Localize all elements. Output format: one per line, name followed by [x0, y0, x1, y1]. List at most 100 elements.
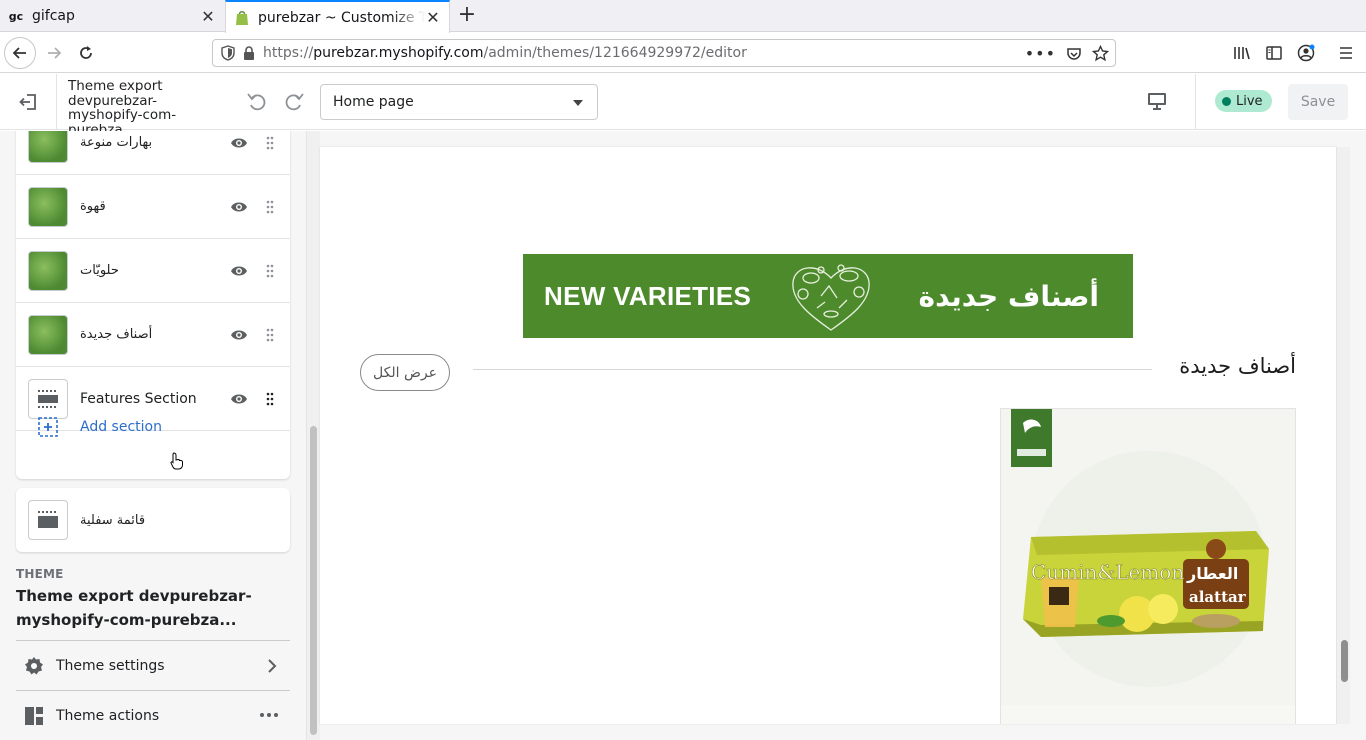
- divider: [56, 74, 57, 130]
- chevron-down-icon: [573, 100, 583, 106]
- url-path: /admin/themes/121664929972/editor: [483, 45, 747, 61]
- eye-icon[interactable]: [230, 199, 248, 215]
- section-thumbnail: [28, 251, 68, 291]
- section-thumbnail: [28, 131, 68, 163]
- lock-icon[interactable]: [243, 46, 255, 60]
- drag-handle-icon[interactable]: [265, 327, 275, 343]
- view-all-button[interactable]: عرض الكل: [360, 354, 450, 391]
- divider: [473, 369, 1152, 370]
- exit-editor-icon[interactable]: [14, 88, 42, 116]
- theme-heading: THEME: [16, 567, 64, 581]
- section-label: قهوة: [80, 199, 106, 214]
- page-actions-icon[interactable]: •••: [1025, 44, 1056, 63]
- preview-scrollbar-thumb[interactable]: [1341, 640, 1348, 682]
- sections-sidebar: بهارات منوعة قهوة حلويّات أصناف جديدة Fe…: [0, 131, 306, 740]
- forward-arrow-icon[interactable]: [38, 37, 70, 69]
- section-thumbnail: [28, 187, 68, 227]
- library-icon[interactable]: [1226, 37, 1258, 69]
- theme-actions-link[interactable]: Theme actions: [16, 690, 290, 740]
- product-brand-ar: العطار: [1186, 564, 1238, 583]
- close-tab-icon[interactable]: ✕: [425, 8, 441, 27]
- banner-text-en: NEW VARIETIES: [544, 280, 752, 311]
- preview-scrollbar[interactable]: [1336, 147, 1350, 724]
- tab-title: gifcap: [32, 8, 75, 24]
- section-label: حلويّات: [80, 263, 119, 278]
- theme-actions-icon: [25, 707, 43, 725]
- section-row-sweets[interactable]: حلويّات: [16, 239, 290, 303]
- drag-handle-icon[interactable]: [265, 135, 275, 151]
- more-actions-icon[interactable]: [260, 713, 278, 717]
- section-row-coffee[interactable]: قهوة: [16, 175, 290, 239]
- add-section-label: Add section: [80, 419, 162, 435]
- divider: [1195, 74, 1196, 130]
- tab-gifcap[interactable]: gc gifcap ✕: [0, 0, 224, 32]
- hand-cursor-icon: [170, 452, 183, 470]
- theme-settings-label: Theme settings: [56, 657, 165, 674]
- drag-handle-icon[interactable]: [265, 199, 275, 215]
- status-badge: Live: [1215, 90, 1272, 112]
- new-tab-icon[interactable]: +: [456, 4, 478, 28]
- chevron-right-icon: [268, 659, 277, 673]
- theme-actions-label: Theme actions: [56, 707, 160, 724]
- eye-icon[interactable]: [230, 327, 248, 343]
- hamburger-menu-icon[interactable]: [1330, 37, 1362, 69]
- storefront-preview[interactable]: NEW VARIETIES أصناف جديدة عرض الكل أصناف…: [320, 147, 1336, 724]
- theme-title: Theme export devpurebzar-myshopify-com-p…: [16, 587, 252, 629]
- product-brand-latin: alattar: [1189, 588, 1247, 606]
- herbs-heart-icon: [792, 264, 870, 331]
- section-thumbnail: [28, 315, 68, 355]
- drag-handle-icon[interactable]: [265, 263, 275, 279]
- preview-area: NEW VARIETIES أصناف جديدة عرض الكل أصناف…: [320, 131, 1366, 740]
- desktop-preview-icon[interactable]: [1146, 92, 1168, 112]
- section-label: بهارات منوعة: [80, 135, 153, 150]
- gifcap-favicon-icon: gc: [8, 9, 24, 23]
- tab-title: purebzar ~ Customize Th: [258, 9, 425, 26]
- redo-icon[interactable]: [281, 88, 307, 114]
- url-host: purebzar.myshopify.com: [313, 45, 484, 61]
- undo-icon[interactable]: [244, 88, 270, 114]
- banner-text-ar: أصناف جديدة: [918, 279, 1099, 313]
- tab-purebzar[interactable]: purebzar ~ Customize Th ✕: [225, 0, 450, 33]
- status-dot-icon: [1222, 96, 1231, 106]
- eye-icon[interactable]: [230, 263, 248, 279]
- gear-icon: [25, 657, 43, 675]
- product-image[interactable]: العطار alattar Cumin&Lemon: [1001, 409, 1296, 705]
- section-row-spices[interactable]: بهارات منوعة: [16, 131, 290, 175]
- theme-settings-link[interactable]: Theme settings: [16, 640, 290, 690]
- pocket-icon[interactable]: [1066, 46, 1082, 62]
- account-icon[interactable]: [1290, 37, 1322, 69]
- status-label: Live: [1236, 93, 1263, 109]
- browser-navigation-bar: https://purebzar.myshopify.com/admin/the…: [0, 33, 1366, 73]
- section-row-footer[interactable]: قائمة سفلية: [16, 488, 290, 552]
- footer-section-card[interactable]: قائمة سفلية: [16, 488, 290, 552]
- page-selector-value: Home page: [333, 94, 414, 110]
- section-label: قائمة سفلية: [80, 512, 146, 528]
- collection-title: أصناف جديدة: [1179, 354, 1296, 378]
- url-scheme: https://: [263, 45, 314, 61]
- reload-icon[interactable]: [70, 37, 102, 69]
- sections-list: بهارات منوعة قهوة حلويّات أصناف جديدة Fe…: [16, 131, 290, 479]
- section-label: أصناف جديدة: [80, 327, 153, 342]
- layout-section-icon: [28, 500, 68, 540]
- save-button[interactable]: Save: [1288, 84, 1348, 120]
- product-card[interactable]: العطار alattar Cumin&Lemon: [1000, 408, 1296, 724]
- eye-icon[interactable]: [230, 135, 248, 151]
- url-bar[interactable]: https://purebzar.myshopify.com/admin/the…: [212, 39, 1116, 67]
- product-name-text: Cumin&Lemon: [1031, 560, 1184, 584]
- add-section-icon: [38, 417, 58, 437]
- back-arrow-icon[interactable]: [4, 37, 36, 69]
- page-selector[interactable]: Home page: [320, 84, 598, 120]
- section-row-new-varieties[interactable]: أصناف جديدة: [16, 303, 290, 367]
- add-section-button[interactable]: Add section: [16, 395, 290, 459]
- sidebar-scrollbar[interactable]: [306, 131, 320, 740]
- editor-top-bar: Theme export devpurebzar-myshopify-com-p…: [0, 74, 1366, 137]
- theme-name: Theme export devpurebzar-myshopify-com-p…: [68, 78, 177, 138]
- close-tab-icon[interactable]: ✕: [200, 7, 216, 26]
- browser-tab-bar: gc gifcap ✕ purebzar ~ Customize Th ✕ +: [0, 0, 1366, 33]
- shopify-bag-icon: [234, 10, 250, 26]
- bookmark-star-icon[interactable]: [1092, 45, 1109, 62]
- sidebar-toggle-icon[interactable]: [1258, 37, 1290, 69]
- new-varieties-banner[interactable]: NEW VARIETIES أصناف جديدة: [523, 254, 1133, 338]
- shield-icon[interactable]: [221, 45, 235, 61]
- sidebar-scrollbar-thumb[interactable]: [310, 426, 317, 735]
